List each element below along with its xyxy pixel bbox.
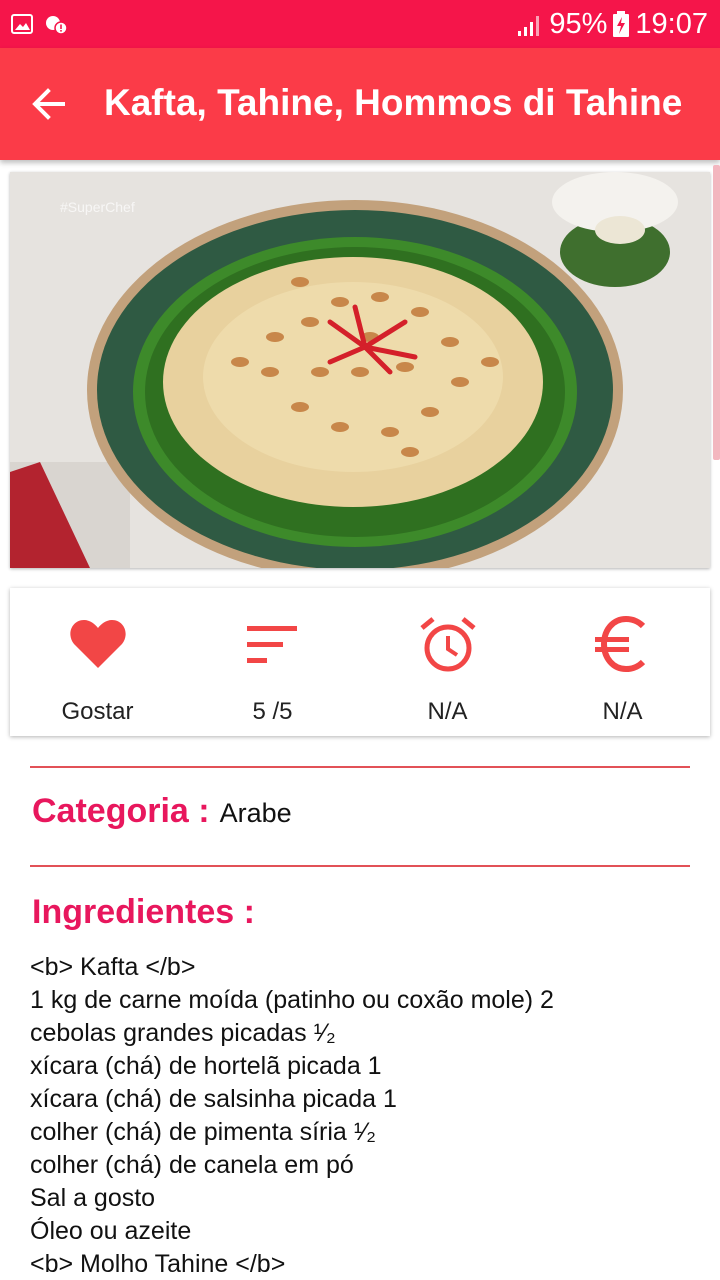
alert-icon	[46, 16, 68, 35]
sort-icon	[246, 626, 297, 663]
watermark-text: #SuperChef	[60, 199, 135, 215]
scrollbar[interactable]	[713, 165, 720, 460]
status-bar: 95% 19:07	[0, 0, 720, 48]
ingredient-line: xícara (chá) de hortelã picada 1	[30, 1052, 382, 1080]
ingredient-line: <b> Molho Tahine </b>	[30, 1250, 286, 1278]
clock: 19:07	[635, 7, 708, 40]
page-title: Kafta, Tahine, Hommos di Tahine	[104, 82, 683, 123]
rating-label: 5 /5	[252, 698, 293, 725]
gallery-icon	[11, 14, 33, 34]
ingredients-list: <b> Kafta </b> 1 kg de carne moída (pati…	[30, 951, 690, 1280]
alarm-icon	[419, 617, 476, 672]
ingredient-line: 1 kg de carne moída (patinho ou coxão mo…	[30, 986, 554, 1014]
like-label: Gostar	[61, 698, 134, 725]
back-arrow-icon[interactable]	[28, 84, 68, 124]
like-button[interactable]: Gostar	[10, 588, 185, 736]
ingredients-heading: Ingredientes :	[32, 893, 255, 931]
heart-icon	[69, 620, 126, 668]
app-bar: Kafta, Tahine, Hommos di Tahine	[0, 48, 720, 160]
recipe-photo: #SuperChef	[10, 172, 710, 568]
ingredient-line: colher (chá) de canela em pó	[30, 1151, 354, 1179]
category-row: Categoria : Arabe	[32, 792, 292, 831]
ingredient-line: Sal a gosto	[30, 1184, 156, 1212]
battery-charging-icon	[613, 11, 630, 37]
cost-stat: N/A	[535, 588, 710, 736]
rating-stat: 5 /5	[185, 588, 360, 736]
ingredient-line: colher (chá) de pimenta síria ¹⁄₂	[30, 1118, 376, 1146]
ingredient-line: <b> Kafta </b>	[30, 953, 196, 981]
cost-label: N/A	[602, 698, 643, 725]
signal-icon	[518, 16, 540, 36]
time-label: N/A	[427, 698, 468, 725]
divider	[30, 766, 690, 768]
category-value: Arabe	[219, 798, 292, 828]
recipe-stats-card: Gostar 5 /5 N/A N/A	[10, 588, 710, 736]
time-stat: N/A	[360, 588, 535, 736]
ingredient-line: xícara (chá) de salsinha picada 1	[30, 1085, 397, 1113]
divider	[30, 865, 690, 867]
ingredient-line: Óleo ou azeite	[30, 1217, 192, 1245]
category-heading: Categoria :	[32, 792, 210, 830]
battery-percentage: 95%	[549, 7, 608, 40]
ingredient-line: cebolas grandes picadas ¹⁄₂	[30, 1019, 336, 1047]
euro-icon	[594, 615, 645, 673]
